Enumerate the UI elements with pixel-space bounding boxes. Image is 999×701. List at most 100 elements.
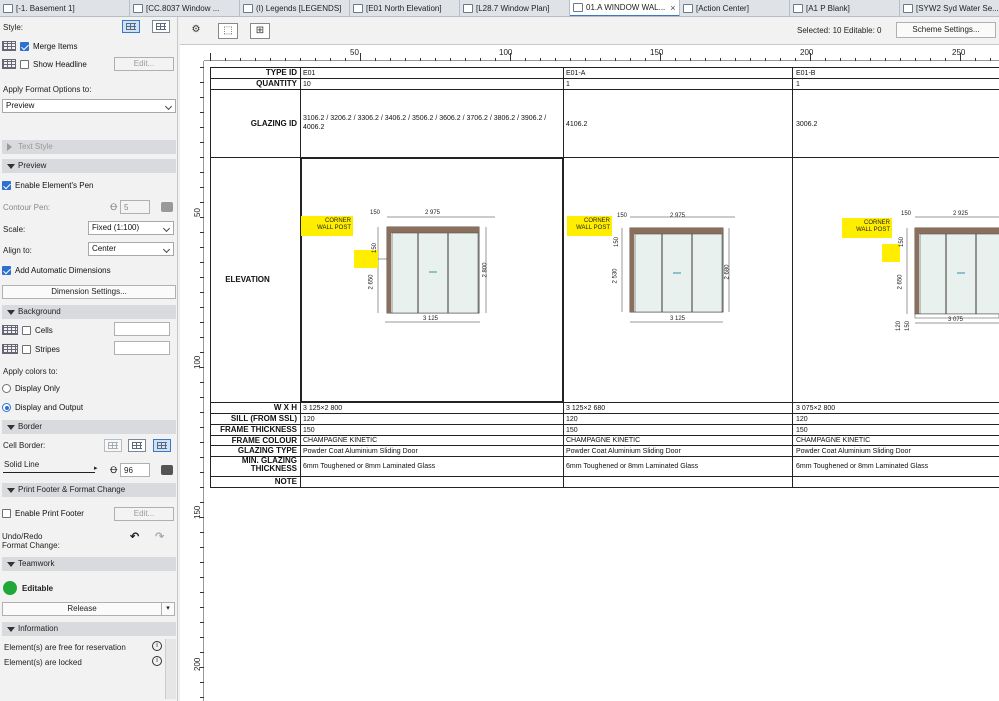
tab-syw2[interactable]: [SYW2 Syd Water Se... [900,0,999,16]
dimension-text: 150 [905,320,912,332]
dimension-settings-button[interactable]: Dimension Settings... [2,285,176,299]
info-icon[interactable]: i [152,641,162,651]
align-label: Align to: [3,246,32,255]
view-icon [243,4,253,13]
teamwork-section[interactable]: Teamwork [2,557,176,571]
dimension-text: 2 975 [670,213,686,219]
merge-icon [2,41,16,51]
enable-footer-checkbox[interactable] [2,509,11,518]
show-headline-row: Show Headline [2,59,87,69]
cell-border-label: Cell Border: [3,441,46,450]
schedule-icon [573,3,583,12]
show-headline-label: Show Headline [33,59,87,69]
line-type-select[interactable]: Solid Line [4,460,39,469]
display-output-radio[interactable] [2,403,11,412]
stripes-icon [2,344,18,354]
background-section[interactable]: Background [2,305,176,319]
tab-action-center[interactable]: [Action Center] [680,0,790,16]
apply-format-label: Apply Format Options to: [3,85,92,94]
cells-row: Cells [2,325,53,335]
border-all-icon[interactable] [153,439,171,452]
stripes-color-field[interactable] [114,341,170,355]
pen-color-swatch[interactable] [161,202,173,212]
cells-color-field[interactable] [114,322,170,336]
dimension-text: 150 [370,210,381,216]
dimension-text: 2 650 [897,274,904,290]
tab-window-plan[interactable]: [L28.7 Window Plan] [460,0,570,16]
apply-format-select[interactable]: Preview [2,99,176,113]
close-icon[interactable]: × [670,0,675,15]
dimension-text: 2 650 [368,274,375,290]
corner-wall-post-callout: CORNER WALL POST [567,216,612,236]
enable-pen-checkbox[interactable] [2,181,11,190]
pen-icon: Ꝋ [110,465,118,475]
dimension-text: 150 [617,213,628,219]
style-label: Style: [3,23,24,32]
dimension-text: 3 075 [948,317,964,323]
preview-section[interactable]: Preview [2,159,176,173]
cells-icon [2,325,18,335]
release-button[interactable]: Release [2,602,162,616]
tab-window-schedule[interactable]: 01.A WINDOW WAL... × [570,0,680,16]
corner-wall-post-callout: CORNER WALL POST [301,216,353,236]
stripes-checkbox[interactable] [22,344,31,354]
show-headline-checkbox[interactable] [20,59,29,69]
style-grid-icon[interactable] [152,20,170,33]
tab-north-elevation[interactable]: [E01 North Elevation] [350,0,460,16]
window-elevation-e01[interactable] [355,216,495,323]
dimension-text: 2 530 [612,268,619,284]
enable-pen-label: Enable Element's Pen [15,181,94,190]
style-merged-grid-icon[interactable] [122,20,140,33]
editable-status-icon [3,581,17,595]
border-pen-swatch[interactable] [161,465,173,475]
display-only-label: Display Only [15,384,60,393]
tab-legends[interactable]: (I) Legends [LEGENDS] [240,0,350,16]
footer-edit-button[interactable]: Edit... [114,507,174,521]
undo-label: Undo/Redo [2,532,43,541]
dimension-text: 150 [372,242,379,254]
align-select[interactable]: Center [88,242,174,256]
text-style-section[interactable]: Text Style [2,140,176,154]
scale-label: Scale: [3,225,26,234]
release-dropdown-icon[interactable]: ▾ [161,602,175,616]
elevation-drawings [354,216,999,324]
merge-items-checkbox[interactable] [20,41,29,51]
headline-edit-button[interactable]: Edit... [114,57,174,71]
info-icon[interactable]: i [152,656,162,666]
border-inner-icon[interactable] [128,439,146,452]
schedule-canvas[interactable]: 50 100 150 200 250 50 100 150 200 TYPE I… [180,17,999,701]
corner-wall-post-callout: CORNER WALL POST [842,218,892,238]
print-footer-section[interactable]: Print Footer & Format Change [2,483,176,497]
elevation-icon [353,4,363,13]
auto-dims-checkbox[interactable] [2,266,11,275]
window-elevation-e01-a[interactable] [621,216,735,323]
information-section[interactable]: Information [2,622,176,636]
dimension-text: 2 800 [482,262,489,278]
info-scrollbar[interactable] [165,639,176,699]
display-only-radio[interactable] [2,384,11,393]
dimension-text: 150 [899,236,906,248]
border-outer-icon[interactable] [104,439,122,452]
info-locked-label: Element(s) are locked [4,658,82,667]
view-icon [3,4,13,13]
window-elevation-e01-b[interactable] [906,216,999,324]
enable-footer-label: Enable Print Footer [15,509,84,518]
tab-window-cc[interactable]: [CC.8037 Window ... [130,0,240,16]
dimension-text: 2 975 [425,210,441,216]
border-pen-field[interactable]: 96 [120,463,150,477]
border-section[interactable]: Border [2,420,176,434]
layout-icon [903,4,913,13]
contour-pen-field[interactable]: 5 [120,200,150,214]
undo-format-icon[interactable]: ↶ [130,530,139,543]
line-type-arrow-icon[interactable]: ▸ [94,464,98,472]
redo-format-icon[interactable]: ↷ [155,530,164,543]
scale-select[interactable]: Fixed (1:100) [88,221,174,235]
dimension-text: 2 925 [953,211,969,217]
dimension-text: 120 [896,320,903,332]
action-center-icon [683,4,693,13]
tab-basement[interactable]: [-1. Basement 1] [0,0,130,16]
contour-pen-label: Contour Pen: [3,203,51,212]
display-output-label: Display and Output [15,403,84,412]
tab-a1-blank[interactable]: [A1 P Blank] [790,0,900,16]
cells-checkbox[interactable] [22,325,31,335]
